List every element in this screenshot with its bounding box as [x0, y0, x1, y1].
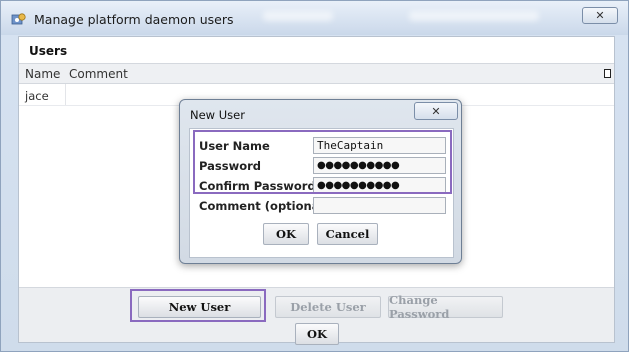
titlebar-blur — [263, 11, 333, 21]
user-name-cell: jace — [25, 89, 49, 103]
users-table-header: Name Comment — [19, 63, 614, 84]
delete-user-button[interactable]: Delete User — [275, 296, 381, 318]
window-title: Manage platform daemon users — [34, 12, 234, 27]
dialog-cancel-button[interactable]: Cancel — [317, 223, 378, 245]
users-gear-icon — [11, 13, 26, 25]
delete-user-button-label: Delete User — [290, 300, 366, 314]
button-bar: New User Delete User Change Password OK — [19, 287, 614, 345]
ok-button[interactable]: OK — [295, 323, 339, 345]
change-password-button[interactable]: Change Password — [388, 293, 503, 321]
dialog-title: New User — [190, 108, 245, 122]
column-chooser-icon[interactable] — [604, 69, 611, 78]
dialog-cancel-label: Cancel — [325, 227, 370, 241]
titlebar-blur — [409, 11, 539, 21]
dialog-ok-label: OK — [275, 227, 296, 241]
credentials-highlight — [193, 130, 452, 194]
window-titlebar[interactable]: Manage platform daemon users ✕ — [1, 1, 628, 35]
dialog-body: User Name TheCaptain Password ●●●●●●●●●●… — [189, 128, 454, 258]
comment-label: Comment (optional) — [199, 199, 329, 213]
comment-input[interactable] — [313, 197, 446, 214]
window-close-button[interactable]: ✕ — [582, 7, 618, 24]
column-header-comment[interactable]: Comment — [69, 67, 128, 81]
new-user-highlight — [130, 289, 266, 322]
change-password-button-label: Change Password — [389, 293, 450, 321]
column-header-name[interactable]: Name — [25, 67, 60, 81]
users-heading: Users — [29, 44, 68, 58]
ok-button-label: OK — [306, 327, 327, 341]
close-icon: ✕ — [595, 9, 605, 22]
manage-users-window: Manage platform daemon users ✕ Users Nam… — [0, 0, 629, 352]
dialog-ok-button[interactable]: OK — [263, 223, 309, 245]
new-user-dialog: New User ✕ User Name TheCaptain Password… — [179, 99, 462, 264]
close-icon: ✕ — [431, 104, 441, 118]
dialog-close-button[interactable]: ✕ — [414, 102, 458, 120]
